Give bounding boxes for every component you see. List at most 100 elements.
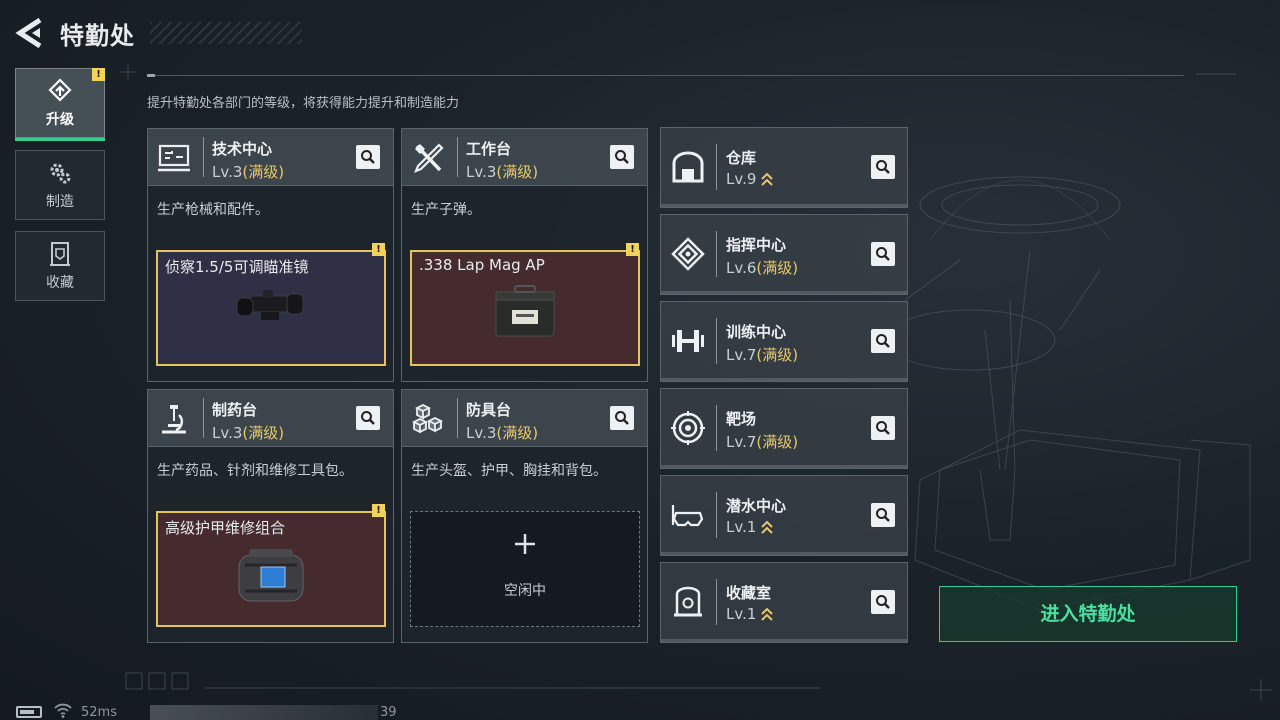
vault-icon	[674, 586, 702, 617]
tab-craft[interactable]: 制造	[15, 150, 105, 220]
facility-command-center[interactable]: 指挥中心 Lv.6 (满级)	[660, 214, 908, 295]
microscope-icon	[162, 405, 186, 434]
card-header: 防具台 Lv.3(满级)	[402, 390, 647, 447]
product-slot[interactable]: ! .338 Lap Mag AP	[410, 243, 640, 366]
facility-level: Lv.1	[726, 605, 757, 623]
facility-training-center[interactable]: 训练中心 Lv.7 (满级)	[660, 301, 908, 382]
facility-diving-center[interactable]: 潜水中心 Lv.1	[660, 475, 908, 556]
scope-icon	[236, 290, 304, 320]
workshop-name: 技术中心	[212, 140, 273, 158]
workshop-description: 生产药品、针剂和维修工具包。	[157, 463, 353, 479]
tab-collection[interactable]: 收藏	[15, 231, 105, 301]
product-name: 高级护甲维修组合	[165, 519, 286, 537]
workshop-level: Lv.3	[212, 163, 243, 181]
facility-level: Lv.6	[726, 258, 757, 277]
workshop-level: Lv.3	[466, 424, 497, 442]
enter-special-ops-button[interactable]: 进入特勤处	[939, 586, 1237, 642]
facility-level: Lv.9	[726, 170, 757, 188]
facility-name: 训练中心	[726, 323, 787, 341]
facility-collection-room[interactable]: 收藏室 Lv.1	[660, 562, 908, 643]
facility-name: 收藏室	[726, 584, 772, 602]
search-icon[interactable]	[356, 145, 380, 169]
alert-badge: !	[372, 243, 385, 256]
workshop-card-armor-bench[interactable]: 防具台 Lv.3(满级) 生产头盔、护甲、胸挂和背包。 空闲中	[401, 389, 648, 643]
workshop-name: 工作台	[466, 140, 512, 158]
tab-label: 收藏	[46, 275, 74, 291]
warehouse-icon	[672, 151, 704, 183]
card-header: 制药台 Lv.3(满级)	[148, 390, 393, 447]
facility-level: Lv.7	[726, 432, 757, 451]
max-level-tag: (满级)	[496, 424, 539, 442]
workshop-name: 制药台	[212, 401, 258, 419]
search-icon[interactable]	[871, 242, 895, 266]
workshop-description: 生产头盔、护甲、胸挂和背包。	[411, 463, 607, 479]
facility-name: 潜水中心	[726, 497, 787, 515]
target-icon	[671, 411, 705, 445]
search-icon[interactable]	[610, 145, 634, 169]
ammo-box-icon	[495, 285, 555, 337]
search-icon[interactable]	[356, 406, 380, 430]
workshop-card-workbench[interactable]: 工作台 Lv.3(满级) 生产子弹。 ! .338 Lap Mag AP	[401, 128, 648, 382]
workshop-description: 生产枪械和配件。	[157, 202, 269, 218]
facility-name: 指挥中心	[726, 236, 787, 254]
facility-level: Lv.1	[726, 518, 757, 536]
max-level-tag: (满级)	[756, 433, 799, 451]
status-number: 39	[380, 705, 397, 720]
search-icon[interactable]	[610, 406, 634, 430]
product-name: 侦察1.5/5可调瞄准镜	[165, 258, 309, 276]
facility-name: 仓库	[726, 149, 757, 167]
battery-icon	[16, 706, 42, 718]
product-name: .338 Lap Mag AP	[419, 256, 545, 274]
max-level-tag: (满级)	[242, 163, 285, 181]
card-header: 技术中心 Lv.3(满级)	[148, 129, 393, 186]
max-level-tag: (满级)	[242, 424, 285, 442]
alert-badge: !	[626, 243, 639, 256]
wifi-icon	[54, 703, 72, 718]
upgrade-available-icon	[761, 607, 774, 621]
gears-icon	[50, 163, 71, 184]
plus-icon	[515, 534, 535, 554]
tab-upgrade[interactable]: 升级 !	[15, 68, 105, 141]
workshop-level: Lv.3	[212, 424, 243, 442]
divider	[147, 74, 1184, 77]
repair-kit-icon	[238, 549, 304, 602]
facility-shooting-range[interactable]: 靶场 Lv.7 (满级)	[660, 388, 908, 469]
status-text-bar	[150, 705, 378, 720]
search-icon[interactable]	[871, 590, 895, 614]
upgrade-available-icon	[761, 520, 774, 534]
search-icon[interactable]	[871, 416, 895, 440]
search-icon[interactable]	[871, 155, 895, 179]
search-icon[interactable]	[871, 503, 895, 527]
workshop-level: Lv.3	[466, 163, 497, 181]
ping-readout: 52ms	[81, 705, 117, 720]
tools-icon	[414, 143, 444, 173]
title-decoration	[150, 22, 302, 44]
idle-production-slot[interactable]: 空闲中	[410, 511, 640, 627]
alert-badge: !	[372, 504, 385, 517]
diving-mask-icon	[671, 505, 704, 527]
product-slot[interactable]: ! 高级护甲维修组合	[156, 504, 386, 627]
max-level-tag: (满级)	[496, 163, 539, 181]
tab-label: 制造	[46, 194, 74, 210]
max-level-tag: (满级)	[756, 259, 799, 277]
back-arrow-icon[interactable]	[14, 17, 46, 49]
idle-label: 空闲中	[504, 583, 546, 599]
search-icon[interactable]	[871, 329, 895, 353]
page-subtitle: 提升特勤处各部门的等级，将获得能力提升和制造能力	[147, 96, 460, 111]
workshop-name: 防具台	[466, 401, 512, 419]
page-title: 特勤处	[60, 22, 135, 50]
alert-badge: !	[92, 68, 105, 81]
workshop-card-pharmacy[interactable]: 制药台 Lv.3(满级) 生产药品、针剂和维修工具包。 ! 高级护甲维修组合	[147, 389, 394, 643]
workshop-description: 生产子弹。	[411, 202, 481, 218]
facility-level: Lv.7	[726, 345, 757, 364]
tab-label: 升级	[46, 112, 74, 128]
workshop-card-tech-center[interactable]: 技术中心 Lv.3(满级) 生产枪械和配件。 ! 侦察1.5/5可调瞄准镜	[147, 128, 394, 382]
product-slot[interactable]: ! 侦察1.5/5可调瞄准镜	[156, 243, 386, 366]
facility-warehouse[interactable]: 仓库 Lv.9	[660, 127, 908, 208]
upgrade-icon	[48, 78, 72, 102]
facility-name: 靶场	[726, 410, 757, 428]
chip-icon	[671, 237, 705, 271]
collection-icon	[50, 242, 70, 266]
card-header: 工作台 Lv.3(满级)	[402, 129, 647, 186]
max-level-tag: (满级)	[756, 346, 799, 364]
